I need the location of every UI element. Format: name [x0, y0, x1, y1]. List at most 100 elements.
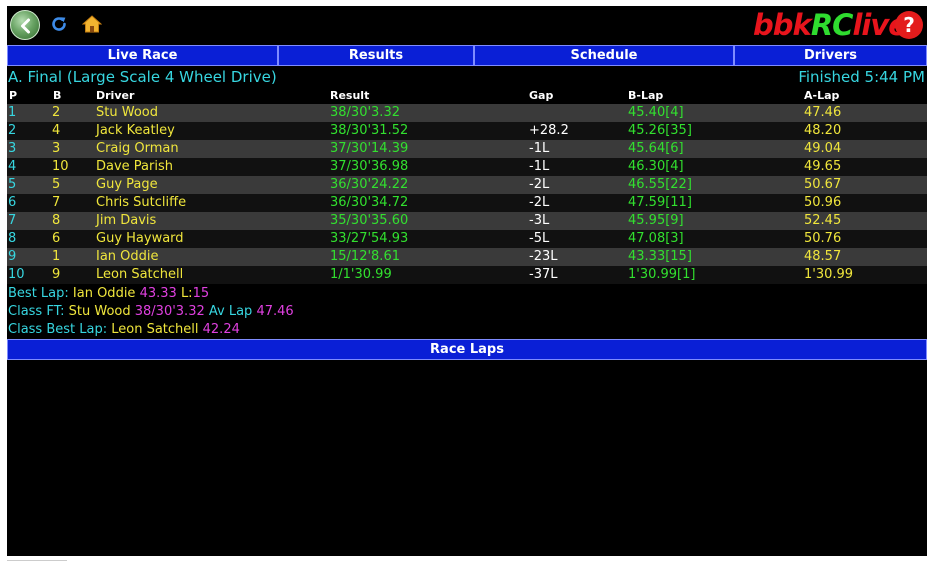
cell-alap: 52.45 [804, 213, 842, 228]
help-button[interactable]: ? [895, 11, 923, 39]
cell-driver[interactable]: Stu Wood [96, 104, 158, 122]
cell-result: 35/30'35.60 [330, 213, 409, 228]
cell-alap: 50.96 [804, 195, 842, 210]
cell-driver[interactable]: Jim Davis [96, 212, 156, 230]
cell-alap: 48.57 [804, 249, 842, 264]
cell-pos: 4 [8, 159, 17, 174]
tab-schedule[interactable]: Schedule [474, 45, 734, 66]
header-pos: P [9, 89, 18, 102]
header-driver: Driver [96, 89, 135, 102]
best-lap-time: 43.33 [139, 286, 177, 301]
app-frame: bbkRClive ? Live Race Results Schedule D… [7, 6, 927, 556]
class-best-lap-driver: Leon Satchell [111, 322, 199, 337]
class-best-lap-label: Class Best Lap: [8, 322, 108, 337]
table-row: 4 10 Dave Parish 37/30'36.98 -1L 46.30[4… [7, 158, 927, 176]
class-ft-result: 38/30'3.32 [134, 304, 205, 319]
cell-driver[interactable]: Ian Oddie [96, 248, 159, 266]
cell-alap: 1'30.99 [804, 267, 854, 282]
cell-gap: +28.2 [529, 123, 569, 138]
cell-driver[interactable]: Craig Orman [96, 140, 179, 158]
cell-bib: 8 [52, 213, 61, 228]
class-ft-avg: 47.46 [256, 304, 294, 319]
back-arrow-icon[interactable] [10, 10, 40, 40]
class-ft-avg-label: Av Lap [208, 304, 253, 319]
cell-result: 36/30'34.72 [330, 195, 409, 210]
cell-gap: -1L [529, 141, 550, 156]
table-row: 3 3 Craig Orman 37/30'14.39 -1L 45.64[6]… [7, 140, 927, 158]
table-row: 9 1 Ian Oddie 15/12'8.61 -23L 43.33[15] … [7, 248, 927, 266]
cell-bib: 2 [52, 105, 61, 120]
cell-blap: 47.08[3] [628, 231, 684, 246]
cell-result: 38/30'3.32 [330, 105, 400, 120]
cell-blap: 45.95[9] [628, 213, 684, 228]
cell-driver[interactable]: Guy Page [96, 176, 158, 194]
best-lap-line: Best Lap: Ian Oddie 43.33 L:15 [8, 285, 926, 303]
cell-gap: -37L [529, 267, 558, 282]
cell-driver[interactable]: Jack Keatley [96, 122, 175, 140]
cell-blap: 45.40[4] [628, 105, 684, 120]
cell-blap: 46.55[22] [628, 177, 692, 192]
cell-driver[interactable]: Guy Hayward [96, 230, 184, 248]
cell-result: 1/1'30.99 [330, 267, 392, 282]
race-title: A. Final (Large Scale 4 Wheel Drive) [8, 68, 277, 86]
cell-bib: 9 [52, 267, 61, 282]
header-gap: Gap [529, 89, 554, 102]
best-lap-lap-number: 15 [192, 286, 210, 301]
cell-result: 33/27'54.93 [330, 231, 409, 246]
cell-pos: 1 [8, 105, 17, 120]
tab-drivers[interactable]: Drivers [734, 45, 927, 66]
cell-driver[interactable]: Dave Parish [96, 158, 173, 176]
race-laps-header[interactable]: Race Laps [7, 339, 927, 360]
header-alap: A-Lap [804, 89, 840, 102]
results-table-body: 1 2 Stu Wood 38/30'3.32 45.40[4] 47.46 2… [7, 104, 927, 284]
cell-alap: 48.20 [804, 123, 842, 138]
cell-alap: 50.67 [804, 177, 842, 192]
cell-result: 37/30'14.39 [330, 141, 409, 156]
cell-blap: 1'30.99[1] [628, 267, 696, 282]
logo-part-rc: RC [810, 8, 854, 42]
tab-live-race[interactable]: Live Race [7, 45, 278, 66]
class-best-lap-line: Class Best Lap: Leon Satchell 42.24 [8, 321, 926, 339]
cell-pos: 2 [8, 123, 17, 138]
class-ft-label: Class FT: [8, 304, 65, 319]
cell-blap: 45.64[6] [628, 141, 684, 156]
best-lap-label: Best Lap: [8, 286, 69, 301]
cell-blap: 45.26[35] [628, 123, 692, 138]
table-row: 8 6 Guy Hayward 33/27'54.93 -5L 47.08[3]… [7, 230, 927, 248]
cell-bib: 6 [52, 231, 61, 246]
class-best-lap-time: 42.24 [202, 322, 240, 337]
home-icon[interactable] [81, 15, 103, 33]
cell-bib: 5 [52, 177, 61, 192]
cell-bib: 3 [52, 141, 61, 156]
header-bib: B [53, 89, 62, 102]
bbkrclive-logo: bbkRClive [753, 8, 908, 42]
cell-bib: 4 [52, 123, 61, 138]
cell-blap: 46.30[4] [628, 159, 684, 174]
race-status: Finished 5:44 PM [798, 68, 925, 86]
cell-driver[interactable]: Chris Sutcliffe [96, 194, 186, 212]
cell-pos: 5 [8, 177, 17, 192]
cell-result: 38/30'31.52 [330, 123, 409, 138]
race-summary-stats: Best Lap: Ian Oddie 43.33 L:15 Class FT:… [8, 285, 926, 339]
cell-pos: 6 [8, 195, 17, 210]
main-nav: Live Race Results Schedule Drivers [7, 45, 927, 66]
cell-bib: 7 [52, 195, 61, 210]
cell-pos: 10 [8, 267, 25, 282]
table-row: 6 7 Chris Sutcliffe 36/30'34.72 -2L 47.5… [7, 194, 927, 212]
cell-pos: 8 [8, 231, 17, 246]
page-divider [7, 560, 67, 561]
table-row: 1 2 Stu Wood 38/30'3.32 45.40[4] 47.46 [7, 104, 927, 122]
cell-gap: -23L [529, 249, 558, 264]
cell-bib: 10 [52, 159, 69, 174]
cell-gap: -5L [529, 231, 550, 246]
refresh-icon[interactable] [50, 15, 68, 33]
header-blap: B-Lap [628, 89, 664, 102]
best-lap-lap-label: L: [180, 286, 193, 301]
header-result: Result [330, 89, 370, 102]
cell-alap: 47.46 [804, 105, 842, 120]
cell-gap: -2L [529, 195, 550, 210]
cell-driver[interactable]: Leon Satchell [96, 266, 183, 284]
race-laps-panel [7, 361, 927, 556]
cell-alap: 49.04 [804, 141, 842, 156]
tab-results[interactable]: Results [278, 45, 474, 66]
